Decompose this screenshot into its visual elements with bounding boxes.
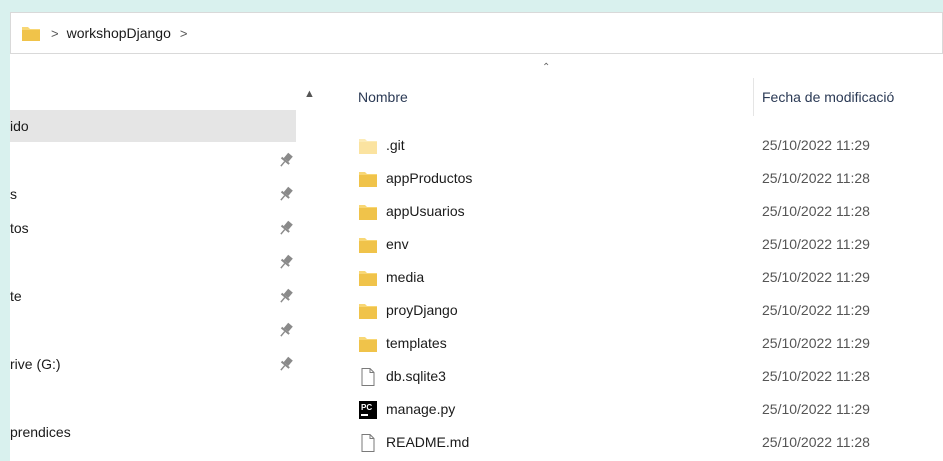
file-icon xyxy=(358,433,378,453)
nav-item[interactable] xyxy=(10,144,296,176)
file-date: 25/10/2022 11:29 xyxy=(762,335,870,351)
file-row[interactable]: README.md 25/10/2022 11:28 xyxy=(358,426,943,459)
pycharm-icon: PC xyxy=(358,400,378,420)
file-name: media xyxy=(386,269,425,285)
folder-icon xyxy=(358,235,378,255)
file-row[interactable]: env 25/10/2022 11:29 xyxy=(358,228,943,261)
chevron-right-icon[interactable]: > xyxy=(51,26,59,41)
file-name: appUsuarios xyxy=(386,203,465,219)
breadcrumb-segment[interactable]: workshopDjango xyxy=(67,25,171,41)
file-date: 25/10/2022 11:28 xyxy=(762,368,870,384)
nav-item[interactable]: rive (G:) xyxy=(10,348,296,380)
nav-item[interactable]: s xyxy=(10,178,296,210)
nav-item-label: te xyxy=(10,288,22,304)
file-name: db.sqlite3 xyxy=(386,368,446,384)
file-name: .git xyxy=(386,137,405,153)
nav-item-label: tos xyxy=(10,220,29,236)
folder-icon xyxy=(358,202,378,222)
nav-item[interactable] xyxy=(10,314,296,346)
file-row[interactable]: templates 25/10/2022 11:29 xyxy=(358,327,943,360)
file-icon xyxy=(358,367,378,387)
file-date: 25/10/2022 11:29 xyxy=(762,137,870,153)
column-header-date[interactable]: Fecha de modificació xyxy=(762,84,894,110)
file-date: 25/10/2022 11:29 xyxy=(762,302,870,318)
folder-light-icon xyxy=(358,136,378,156)
file-date: 25/10/2022 11:29 xyxy=(762,269,870,285)
folder-icon xyxy=(21,23,41,43)
nav-item-label: s xyxy=(10,186,17,202)
folder-icon xyxy=(358,268,378,288)
folder-icon xyxy=(358,334,378,354)
pin-icon xyxy=(278,348,294,380)
navigation-pane: ▲ ido s tos te rive (G:) prendices xyxy=(10,54,315,461)
folder-icon xyxy=(358,169,378,189)
nav-item-label: ido xyxy=(10,118,29,134)
nav-item[interactable] xyxy=(10,246,296,278)
nav-item-label: prendices xyxy=(10,424,71,440)
column-header-name[interactable]: Nombre xyxy=(358,84,408,110)
file-list-pane: ⌃ Nombre Fecha de modificació .git 25/10/… xyxy=(310,54,943,461)
file-explorer-window: > workshopDjango > ▲ ido s tos te rive (G:) p… xyxy=(10,12,943,461)
chevron-right-icon[interactable]: > xyxy=(180,26,188,41)
file-name: manage.py xyxy=(386,401,456,417)
pin-icon xyxy=(278,314,294,346)
nav-item[interactable]: tos xyxy=(10,212,296,244)
file-row[interactable]: db.sqlite3 25/10/2022 11:28 xyxy=(358,360,943,393)
file-date: 25/10/2022 11:29 xyxy=(762,401,870,417)
column-divider[interactable] xyxy=(753,78,754,116)
file-date: 25/10/2022 11:28 xyxy=(762,203,870,219)
file-name: README.md xyxy=(386,434,470,450)
nav-item[interactable]: te xyxy=(10,280,296,312)
pin-icon xyxy=(278,280,294,312)
file-row[interactable]: PC manage.py 25/10/2022 11:29 xyxy=(358,393,943,426)
address-bar[interactable]: > workshopDjango > xyxy=(10,12,943,54)
file-row[interactable]: media 25/10/2022 11:29 xyxy=(358,261,943,294)
file-date: 25/10/2022 11:29 xyxy=(762,236,870,252)
file-name: appProductos xyxy=(386,170,473,186)
file-row[interactable]: proyDjango 25/10/2022 11:29 xyxy=(358,294,943,327)
file-date: 25/10/2022 11:28 xyxy=(762,170,870,186)
pin-icon xyxy=(278,144,294,176)
pin-icon xyxy=(278,212,294,244)
pin-icon xyxy=(278,178,294,210)
nav-item[interactable]: prendices xyxy=(10,416,296,448)
pin-icon xyxy=(278,246,294,278)
file-row[interactable]: appUsuarios 25/10/2022 11:28 xyxy=(358,195,943,228)
svg-text:PC: PC xyxy=(361,403,372,412)
file-name: proyDjango xyxy=(386,302,458,318)
folder-icon xyxy=(358,301,378,321)
nav-item[interactable] xyxy=(10,382,296,414)
file-row[interactable]: .git 25/10/2022 11:29 xyxy=(358,129,943,162)
file-name: env xyxy=(386,236,409,252)
nav-item[interactable]: ido xyxy=(10,110,296,142)
sort-ascending-icon: ⌃ xyxy=(542,62,551,73)
file-name: templates xyxy=(386,335,447,351)
file-row[interactable]: appProductos 25/10/2022 11:28 xyxy=(358,162,943,195)
file-date: 25/10/2022 11:28 xyxy=(762,434,870,450)
nav-item-label: rive (G:) xyxy=(10,356,61,372)
